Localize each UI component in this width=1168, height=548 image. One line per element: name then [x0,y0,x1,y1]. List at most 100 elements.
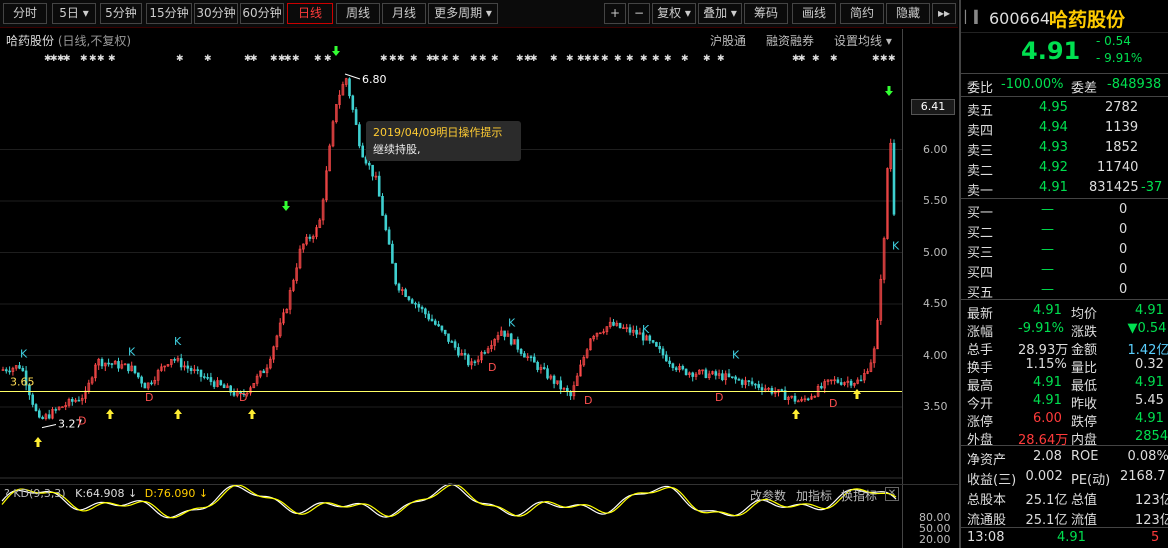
candle-body [387,229,391,245]
expand-arrows-icon[interactable]: ▸▸ [932,3,956,24]
candle-body [196,369,199,371]
candle-body [47,414,51,419]
period-daily-button[interactable]: 日线 [287,3,333,24]
kd-settings-icon[interactable]: ? [4,487,10,500]
close-icon[interactable]: ✕ [885,487,899,501]
add-indicator-button[interactable]: 加指标 [796,487,832,504]
signal-star-marker: ✱ [592,54,600,64]
simple-mode-button[interactable]: 简约 [840,3,884,24]
dropdown-icon: ▾ [485,6,492,20]
zoom-out-button[interactable]: − [628,3,650,24]
signal-star-marker: ✱ [432,54,440,64]
candle-body [173,359,176,361]
fin-row: 总股本 25.1亿 总值 123亿 [961,487,1168,508]
candle-body [206,377,209,379]
tip-text: 继续持股, [373,143,421,156]
period-15min-button[interactable]: 15分钟 [146,3,192,24]
candle-body [348,78,351,97]
sell-arrow-icon [282,201,290,211]
candle-body [836,379,840,383]
margin-trading-link[interactable]: 融资融券 [766,32,814,49]
ma-settings-link[interactable]: 设置均线 ▾ [834,32,892,49]
candle-body [892,142,896,215]
signal-star-marker: ✱ [250,54,258,64]
fin-label: 流通股 [967,513,1007,528]
period-weekly-button[interactable]: 周线 [336,3,380,24]
candle-body [440,325,444,331]
candle-body [523,353,526,358]
candle-body [71,398,74,402]
stat-row: 最高 4.91 最低 4.91 [961,373,1168,394]
signal-star-marker: ✱ [470,54,478,64]
chips-button[interactable]: 筹码 [744,3,788,24]
candle-body [371,164,374,177]
candle-body [377,175,381,197]
edit-params-button[interactable]: 改参数 [750,487,786,504]
candle-body [559,380,563,390]
sell-label: 卖五 [967,104,994,119]
period-5day-button[interactable]: 5日 ▾ [52,3,96,24]
candle-body [849,380,853,386]
signal-star-marker: ✱ [108,54,116,64]
candle-body [770,388,774,394]
sell-label: 卖二 [967,164,994,179]
signal-star-marker: ✱ [717,54,725,64]
sell-row: 卖五 4.95 2782 [961,98,1168,119]
stat-value: 6.00 [1033,411,1062,426]
tick-price: 4.91 [1057,530,1086,545]
candle-body [222,384,226,389]
candle-body [806,398,810,401]
hide-button[interactable]: 隐藏 [886,3,930,24]
low-pointer [41,424,57,429]
k-signal-marker: K [174,335,182,348]
stat-value: 4.91 [1033,375,1062,390]
candle-body [430,318,434,322]
signal-star-marker: ✱ [664,54,672,64]
stat-value: 1.15% [1025,357,1067,372]
period-5min-button[interactable]: 5分钟 [100,3,142,24]
period-monthly-button[interactable]: 月线 [382,3,426,24]
signal-star-marker: ✱ [798,54,806,64]
candle-body [569,391,572,397]
candle-body [351,95,355,110]
candle-body [519,349,523,354]
buy-label: 买一 [967,206,994,221]
period-30min-button[interactable]: 30分钟 [194,3,238,24]
candle-body [516,339,520,350]
draw-line-button[interactable]: 画线 [792,3,836,24]
buy-volume: 0 [1119,262,1128,277]
candle-body [542,367,546,369]
candle-body [424,308,427,315]
zoom-in-button[interactable]: + [604,3,626,24]
switch-indicator-button[interactable]: 换指标 [841,487,877,504]
signal-star-marker: ✱ [63,54,71,64]
fin-value: 0.002 [1025,469,1063,484]
fuquan-button[interactable]: 复权 ▾ [652,3,696,24]
candle-body [8,370,11,373]
period-60min-button[interactable]: 60分钟 [240,3,284,24]
buy-price: — [1041,262,1054,277]
candle-body [308,236,312,239]
fin-row: 流通股 25.1亿 流值 123亿 [961,507,1168,528]
kline-chart-area[interactable]: 3.65 6.80 3.27 K K K K K K K D D D D D D D ✱ ✱ ✱ ✱ ✱ ✱ ✱ ✱ ✱ ✱ ✱ ✱ ✱ ✱… [0,29,958,548]
stat-row: 涨停 6.00 跌停 4.91 [961,409,1168,430]
stat-value: 4.91 [1033,303,1062,318]
candle-body [820,386,823,389]
signal-star-marker: ✱ [314,54,322,64]
hk-connect-link[interactable]: 沪股通 [710,32,746,49]
buy-arrow-icon [248,409,256,419]
period-fenshi-button[interactable]: 分时 [3,3,47,24]
quote-header: ▏▍ 600664 哈药股份 [961,0,1168,33]
signal-star-marker: ✱ [80,54,88,64]
signal-star-marker: ✱ [812,54,820,64]
signal-star-marker: ✱ [880,54,888,64]
overlay-button[interactable]: 叠加 ▾ [698,3,742,24]
kline-chart[interactable]: 3.656.803.27K KKK KKKDD DDD D D✱✱ ✱✱ ✱ ✱ ✱ ✱ ✱ ✱ ✱✱ ✱ ✱… [0,29,902,548]
k-signal-marker: K [128,346,136,359]
more-periods-button[interactable]: 更多周期 ▾ [428,3,498,24]
stat-row: 外盘 28.64万 内盘 2854 [961,427,1168,448]
candle-body [727,373,731,378]
candle-body [671,363,675,369]
d-signal-marker: D [78,415,86,428]
menu-icon[interactable]: ▏▍ [965,10,983,24]
